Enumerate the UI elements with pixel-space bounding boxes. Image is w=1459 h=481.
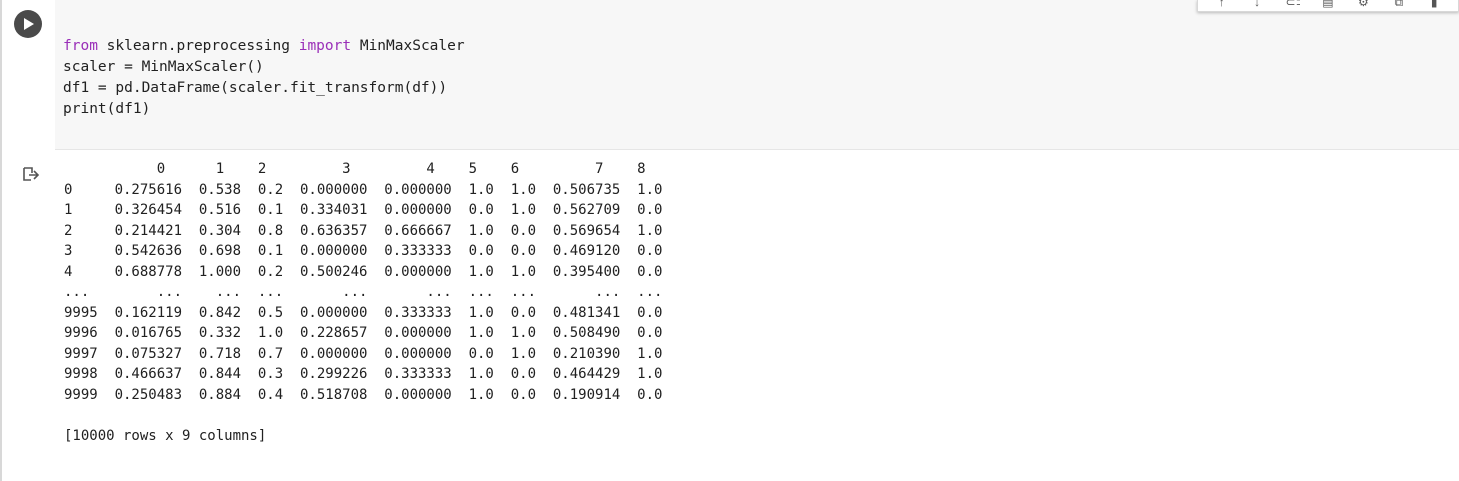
output-ellipsis-row: ... ... ... ... ... ... ... ... ... ... [64,284,663,300]
output-header: 0 1 2 3 4 5 6 7 8 [64,161,646,177]
mirror-cell-icon[interactable]: ⧉ [1392,0,1406,8]
keyword-import: import [298,38,352,54]
output-arrow-icon[interactable] [22,166,40,184]
code-line-1: from sklearn.preprocessing import MinMax… [63,38,465,54]
comment-icon[interactable]: ▤ [1321,0,1335,8]
delete-icon[interactable]: ▮ [1427,0,1441,8]
notebook-page: from sklearn.preprocessing import MinMax… [0,0,1459,481]
link-icon[interactable]: ⊂⊃ [1286,0,1300,8]
output-summary: [10000 rows x 9 columns] [64,427,267,444]
output-row: 1 0.326454 0.516 0.1 0.334031 0.000000 0… [64,202,663,218]
output-row: 4 0.688778 1.000 0.2 0.500246 0.000000 1… [64,263,663,280]
output-row: 9995 0.162119 0.842 0.5 0.000000 0.33333… [64,304,663,321]
keyword-from: from [63,38,98,54]
code-module: sklearn.preprocessing [97,38,299,54]
output-row: 9998 0.466637 0.844 0.3 0.299226 0.33333… [64,366,663,382]
arrow-down-icon[interactable]: ↓ [1250,0,1264,8]
code-line-2: scaler = MinMaxScaler() [63,59,264,75]
cell-output: 0 1 2 3 4 5 6 7 8 0 0.275616 0.538 0.2 0… [64,159,662,446]
output-row: 9996 0.016765 0.332 1.0 0.228657 0.00000… [64,325,663,341]
output-row: 9997 0.075327 0.718 0.7 0.000000 0.00000… [64,345,663,362]
cell-toolbar: ↑ ↓ ⊂⊃ ▤ ⚙ ⧉ ▮ [1197,0,1459,12]
output-row: 3 0.542636 0.698 0.1 0.000000 0.333333 0… [64,243,663,259]
code-line-3: df1 = pd.DataFrame(scaler.fit_transform(… [63,80,448,96]
output-row: 2 0.214421 0.304 0.8 0.636357 0.666667 1… [64,222,663,239]
arrow-up-icon[interactable]: ↑ [1215,0,1229,8]
cell-gutter [2,0,58,149]
settings-icon[interactable]: ⚙ [1356,0,1370,8]
code-text: from sklearn.preprocessing import MinMax… [63,36,465,120]
code-cell[interactable]: from sklearn.preprocessing import MinMax… [2,0,1459,150]
play-icon [24,18,34,30]
output-row: 9999 0.250483 0.884 0.4 0.518708 0.00000… [64,386,663,403]
code-editor[interactable]: from sklearn.preprocessing import MinMax… [55,0,1459,150]
code-line-4: print(df1) [63,101,151,117]
code-import-name: MinMaxScaler [351,38,465,54]
run-cell-button[interactable] [14,10,42,38]
output-row: 0 0.275616 0.538 0.2 0.000000 0.000000 1… [64,181,663,198]
